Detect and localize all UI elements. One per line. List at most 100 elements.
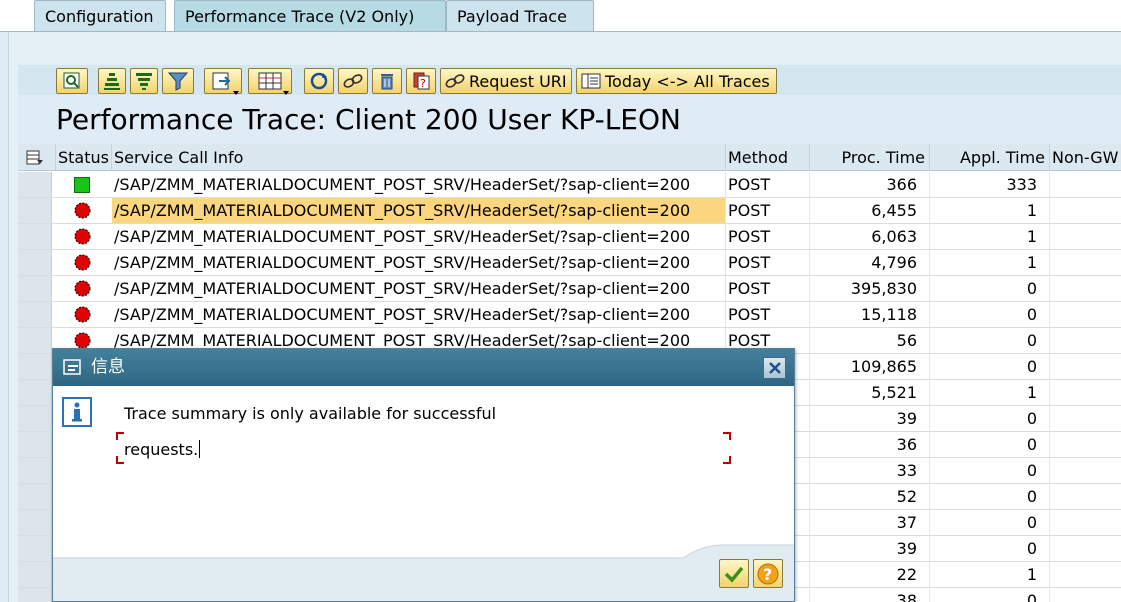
column-header-status[interactable]: Status <box>56 144 112 171</box>
sort-descending-button[interactable] <box>130 68 158 94</box>
non-gw-cell <box>1050 198 1121 223</box>
non-gw-cell <box>1050 172 1121 197</box>
non-gw-cell <box>1050 458 1121 483</box>
table-row[interactable]: /SAP/ZMM_MATERIALDOCUMENT_POST_SRV/Heade… <box>18 276 1121 302</box>
sort-ascending-button[interactable] <box>98 68 126 94</box>
info-icon <box>62 397 92 427</box>
info-dialog: 信息 Trace summary is only available for s… <box>52 348 795 602</box>
row-selector[interactable] <box>18 276 52 301</box>
table-row[interactable]: /SAP/ZMM_MATERIALDOCUMENT_POST_SRV/Heade… <box>18 172 1121 198</box>
row-selector[interactable] <box>18 536 52 561</box>
delete-button[interactable] <box>372 68 402 94</box>
appl-time-cell: 0 <box>930 588 1050 602</box>
table-row[interactable]: /SAP/ZMM_MATERIALDOCUMENT_POST_SRV/Heade… <box>18 198 1121 224</box>
row-selector[interactable] <box>18 172 52 197</box>
chain-link-icon <box>445 74 465 88</box>
request-uri-label: Request URI <box>469 71 567 91</box>
help-button[interactable]: ? <box>753 559 783 588</box>
row-selector[interactable] <box>18 432 52 457</box>
proc-time-cell: 4,796 <box>810 250 930 275</box>
service-call-info-cell: /SAP/ZMM_MATERIALDOCUMENT_POST_SRV/Heade… <box>112 172 726 197</box>
layout-button[interactable] <box>248 68 292 95</box>
proc-time-cell: 366 <box>810 172 930 197</box>
error-status-icon <box>74 202 91 219</box>
page-title: Performance Trace: Client 200 User KP-LE… <box>56 103 681 136</box>
service-call-info-cell: /SAP/ZMM_MATERIALDOCUMENT_POST_SRV/Heade… <box>112 224 726 249</box>
row-selector[interactable] <box>18 510 52 535</box>
link-button[interactable] <box>338 68 368 94</box>
non-gw-cell <box>1050 536 1121 561</box>
appl-time-cell: 333 <box>930 172 1050 197</box>
appl-time-cell: 0 <box>930 536 1050 561</box>
proc-time-cell: 39 <box>810 536 930 561</box>
row-selector[interactable] <box>18 354 52 379</box>
export-button[interactable] <box>204 68 242 95</box>
row-selector[interactable] <box>18 198 52 223</box>
tab-payload-trace[interactable]: Payload Trace <box>446 0 594 31</box>
table-row[interactable]: /SAP/ZMM_MATERIALDOCUMENT_POST_SRV/Heade… <box>18 302 1121 328</box>
row-selector[interactable] <box>18 250 52 275</box>
svg-text:?: ? <box>420 77 426 90</box>
method-cell: POST <box>726 172 810 197</box>
dialog-message-line2[interactable]: requests. <box>124 440 201 460</box>
method-cell: POST <box>726 276 810 301</box>
non-gw-cell <box>1050 276 1121 301</box>
text-cursor <box>199 440 201 458</box>
refresh-button[interactable] <box>304 68 334 94</box>
request-uri-button[interactable]: Request URI <box>440 68 572 94</box>
non-gw-cell <box>1050 562 1121 587</box>
method-cell: POST <box>726 198 810 223</box>
service-call-info-cell: /SAP/ZMM_MATERIALDOCUMENT_POST_SRV/Heade… <box>112 276 726 301</box>
appl-time-cell: 1 <box>930 380 1050 405</box>
non-gw-cell <box>1050 224 1121 249</box>
column-header-proc-time[interactable]: Proc. Time <box>810 144 930 171</box>
non-gw-cell <box>1050 406 1121 431</box>
focus-frame-corner <box>116 432 124 440</box>
proc-time-cell: 36 <box>810 432 930 457</box>
dialog-close-button[interactable] <box>763 357 786 379</box>
row-selector[interactable] <box>18 328 52 353</box>
appl-time-cell: 0 <box>930 510 1050 535</box>
column-header-service-call-info[interactable]: Service Call Info <box>112 144 726 171</box>
refresh-icon <box>310 72 328 90</box>
export-icon <box>212 72 231 90</box>
appl-time-cell: 0 <box>930 302 1050 327</box>
non-gw-cell <box>1050 484 1121 509</box>
focus-frame-corner <box>116 456 124 464</box>
column-header-appl-time[interactable]: Appl. Time <box>930 144 1050 171</box>
column-layout-header[interactable] <box>18 144 56 171</box>
column-header-non-gw[interactable]: Non-GW <box>1050 144 1121 171</box>
table-row[interactable]: /SAP/ZMM_MATERIALDOCUMENT_POST_SRV/Heade… <box>18 250 1121 276</box>
appl-time-cell: 0 <box>930 432 1050 457</box>
dialog-message-text: requests. <box>124 440 199 459</box>
display-detail-button[interactable] <box>56 68 88 94</box>
service-call-info-cell: /SAP/ZMM_MATERIALDOCUMENT_POST_SRV/Heade… <box>112 250 726 275</box>
filter-button[interactable] <box>162 68 194 94</box>
row-selector[interactable] <box>18 224 52 249</box>
row-selector[interactable] <box>18 458 52 483</box>
toolbar: ? Request URI Today <-> All Traces <box>18 65 1121 95</box>
help-document-button[interactable]: ? <box>406 68 436 94</box>
tab-performance-trace[interactable]: Performance Trace (V2 Only) <box>174 0 446 32</box>
focus-frame-corner <box>723 432 731 440</box>
appl-time-cell: 0 <box>930 458 1050 483</box>
row-selector[interactable] <box>18 588 52 602</box>
confirm-button[interactable] <box>719 559 749 588</box>
table-settings-icon <box>26 150 43 165</box>
focus-frame-corner <box>723 456 731 464</box>
table-row[interactable]: /SAP/ZMM_MATERIALDOCUMENT_POST_SRV/Heade… <box>18 224 1121 250</box>
today-all-traces-button[interactable]: Today <-> All Traces <box>576 68 777 94</box>
row-selector[interactable] <box>18 484 52 509</box>
row-selector[interactable] <box>18 406 52 431</box>
non-gw-cell <box>1050 354 1121 379</box>
row-selector[interactable] <box>18 380 52 405</box>
column-header-method[interactable]: Method <box>726 144 810 171</box>
tab-configuration[interactable]: Configuration <box>34 0 166 31</box>
non-gw-cell <box>1050 328 1121 353</box>
proc-time-cell: 5,521 <box>810 380 930 405</box>
appl-time-cell: 0 <box>930 354 1050 379</box>
row-selector[interactable] <box>18 562 52 587</box>
appl-time-cell: 1 <box>930 224 1050 249</box>
appl-time-cell: 1 <box>930 198 1050 223</box>
row-selector[interactable] <box>18 302 52 327</box>
